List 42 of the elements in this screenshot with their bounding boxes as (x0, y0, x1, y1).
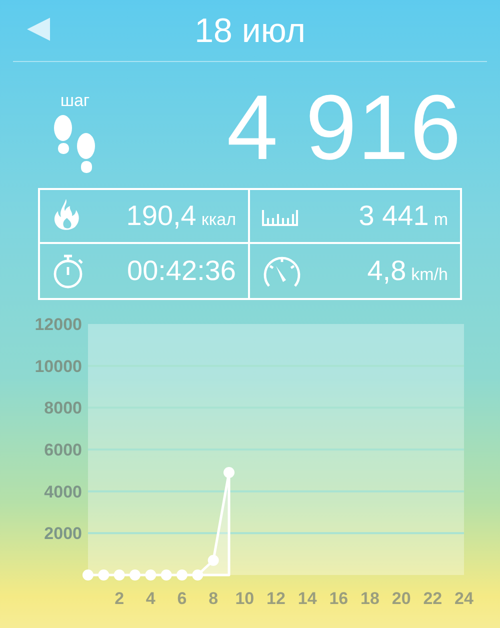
y-tick-label: 8000 (44, 398, 82, 418)
stat-unit: ккал (201, 211, 236, 228)
x-tick-label: 2 (114, 589, 124, 608)
data-point (176, 570, 188, 580)
y-tick-label: 6000 (44, 440, 82, 460)
y-tick-label: 10000 (34, 356, 82, 376)
data-point (130, 570, 140, 580)
stat-value: 3 441 (358, 202, 429, 230)
data-point (160, 570, 172, 580)
data-point (114, 570, 125, 580)
stat-value: 190,4 (126, 202, 196, 230)
data-point (98, 570, 110, 580)
x-tick-label: 4 (146, 589, 156, 608)
x-tick-label: 16 (329, 589, 348, 608)
stat-value: 4,8 (367, 257, 406, 285)
back-button[interactable]: ◀ (27, 13, 50, 43)
y-tick-label: 2000 (44, 524, 82, 544)
stat-value: 00:42:36 (127, 257, 236, 285)
data-point (224, 467, 234, 478)
data-point (208, 554, 219, 566)
x-tick-label: 10 (235, 589, 254, 608)
x-tick-label: 22 (423, 589, 442, 608)
footprints-icon (52, 115, 98, 175)
data-point (145, 570, 156, 580)
x-tick-label: 12 (266, 589, 286, 608)
x-tick-label: 14 (298, 589, 317, 608)
x-tick-label: 18 (360, 589, 380, 608)
y-tick-label: 4000 (44, 482, 82, 502)
stopwatch-icon (52, 253, 84, 289)
x-tick-label: 6 (177, 589, 187, 608)
steps-label: шаг (60, 92, 90, 109)
x-tick-label: 24 (454, 589, 474, 608)
data-point (82, 570, 94, 580)
speedometer-icon (262, 254, 302, 288)
date-title: 18 июл (194, 12, 306, 50)
step-count: 4 916 (226, 82, 462, 174)
y-tick-label: 12000 (34, 315, 82, 334)
stat-unit: m (434, 211, 448, 228)
x-tick-label: 20 (392, 589, 411, 608)
stat-unit: km/h (411, 266, 448, 283)
x-tick-label: 8 (208, 589, 218, 608)
data-point (192, 570, 204, 580)
